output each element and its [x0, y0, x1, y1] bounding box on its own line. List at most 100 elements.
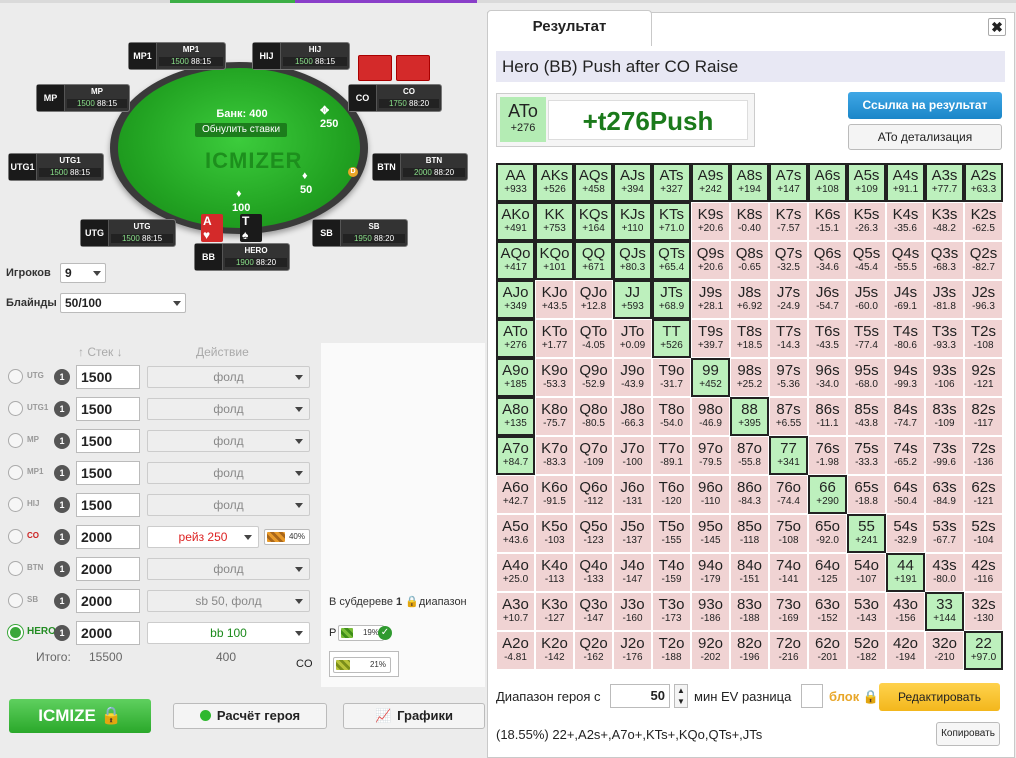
range-stepper[interactable]: ▲ ▼	[674, 684, 688, 708]
player-stack-input[interactable]: 2000	[76, 525, 140, 549]
range-cell[interactable]: K8o -75.7	[535, 397, 574, 436]
range-cell[interactable]: JJ +593	[613, 280, 652, 319]
player-count-badge[interactable]: 1	[54, 529, 70, 545]
range-cell[interactable]: KTo +1.77	[535, 319, 574, 358]
range-cell[interactable]: 93s -106	[925, 358, 964, 397]
seat-mp1[interactable]: MP1 MP1 1500 88:15	[128, 42, 226, 70]
range-cell[interactable]: 87s +6.55	[769, 397, 808, 436]
range-cell[interactable]: 84o -151	[730, 553, 769, 592]
range-cell[interactable]: A6s +108	[808, 163, 847, 202]
player-radio[interactable]	[8, 625, 23, 640]
range-cell[interactable]: J5s -60.0	[847, 280, 886, 319]
range-cell[interactable]: T2s -108	[964, 319, 1003, 358]
range-cell[interactable]: T5o -155	[652, 514, 691, 553]
range-cell[interactable]: 88 +395	[730, 397, 769, 436]
range-cell[interactable]: 96o -110	[691, 475, 730, 514]
player-count-badge[interactable]: 1	[54, 561, 70, 577]
edit-button[interactable]: Редактировать	[879, 683, 1000, 711]
range-cell[interactable]: 43s -80.0	[925, 553, 964, 592]
range-cell[interactable]: A7o +84.7	[496, 436, 535, 475]
range-cell[interactable]: K9o -53.3	[535, 358, 574, 397]
player-stack-input[interactable]: 1500	[76, 429, 140, 453]
range-cell[interactable]: AKo +491	[496, 202, 535, 241]
player-count-badge[interactable]: 1	[54, 593, 70, 609]
range-cell[interactable]: 32o -210	[925, 631, 964, 670]
range-cell[interactable]: K9s +20.6	[691, 202, 730, 241]
range-cell[interactable]: T6o -120	[652, 475, 691, 514]
range-cell[interactable]: KQs +164	[574, 202, 613, 241]
range-cell[interactable]: QJs +80.3	[613, 241, 652, 280]
range-cell[interactable]: 62s -121	[964, 475, 1003, 514]
range-cell[interactable]: J7s -24.9	[769, 280, 808, 319]
range-cell[interactable]: TT +526	[652, 319, 691, 358]
range-cell[interactable]: 85o -118	[730, 514, 769, 553]
range-cell[interactable]: J6o -131	[613, 475, 652, 514]
range-cell[interactable]: J9o -43.9	[613, 358, 652, 397]
subtree-co-bar[interactable]: 21%	[333, 657, 391, 673]
range-cell[interactable]: 98o -46.9	[691, 397, 730, 436]
seat-mp[interactable]: MP MP 1500 88:15	[36, 84, 130, 112]
range-cell[interactable]: K5s -26.3	[847, 202, 886, 241]
range-cell[interactable]: 98s +25.2	[730, 358, 769, 397]
range-cell[interactable]: 53o -143	[847, 592, 886, 631]
player-stack-input[interactable]: 2000	[76, 557, 140, 581]
range-cell[interactable]: 54s -32.9	[886, 514, 925, 553]
range-cell[interactable]: 86o -84.3	[730, 475, 769, 514]
hero-calc-button[interactable]: Расчёт героя	[173, 703, 327, 729]
range-cell[interactable]: Q7o -109	[574, 436, 613, 475]
range-cell[interactable]: J2s -96.3	[964, 280, 1003, 319]
range-cell[interactable]: A5o +43.6	[496, 514, 535, 553]
range-cell[interactable]: 74o -141	[769, 553, 808, 592]
range-cell[interactable]: Q5o -123	[574, 514, 613, 553]
range-cell[interactable]: 43o -156	[886, 592, 925, 631]
range-cell[interactable]: K3s -48.2	[925, 202, 964, 241]
range-cell[interactable]: AQo +417	[496, 241, 535, 280]
player-radio[interactable]	[8, 401, 23, 416]
range-cell[interactable]: KK +753	[535, 202, 574, 241]
range-cell[interactable]: 64o -125	[808, 553, 847, 592]
range-cell[interactable]: Q6o -112	[574, 475, 613, 514]
hand-detail-button[interactable]: ATo детализация	[848, 124, 1002, 150]
co-range-bar[interactable]: 40%	[264, 529, 310, 545]
player-action-select[interactable]: фолд	[147, 398, 310, 420]
range-cell[interactable]: K7s -7.57	[769, 202, 808, 241]
range-cell[interactable]: 75o -108	[769, 514, 808, 553]
result-tab[interactable]: Результат	[487, 10, 652, 46]
seat-hero[interactable]: BB HERO 1900 88:20	[194, 243, 290, 271]
player-action-select[interactable]: фолд	[147, 366, 310, 388]
seat-co[interactable]: CO CO 1750 88:20	[348, 84, 442, 112]
player-count-badge[interactable]: 1	[54, 497, 70, 513]
range-cell[interactable]: K3o -127	[535, 592, 574, 631]
player-action-select[interactable]: рейз 250	[147, 526, 259, 548]
range-cell[interactable]: QTo -4.05	[574, 319, 613, 358]
player-radio[interactable]	[8, 529, 23, 544]
range-cell[interactable]: J8s +6.92	[730, 280, 769, 319]
range-cell[interactable]: J6s -54.7	[808, 280, 847, 319]
player-count-badge[interactable]: 1	[54, 369, 70, 385]
range-cell[interactable]: 64s -50.4	[886, 475, 925, 514]
range-cell[interactable]: A4s +91.1	[886, 163, 925, 202]
range-cell[interactable]: AJs +394	[613, 163, 652, 202]
range-cell[interactable]: 76o -74.4	[769, 475, 808, 514]
range-cell[interactable]: T9s +39.7	[691, 319, 730, 358]
seat-utg[interactable]: UTG UTG 1500 88:15	[80, 219, 176, 247]
range-cell[interactable]: A9s +242	[691, 163, 730, 202]
range-cell[interactable]: 33 +144	[925, 592, 964, 631]
player-radio[interactable]	[8, 465, 23, 480]
range-cell[interactable]: 72o -216	[769, 631, 808, 670]
range-cell[interactable]: KJo +43.5	[535, 280, 574, 319]
range-cell[interactable]: 42o -194	[886, 631, 925, 670]
hero-card-1[interactable]: A ♥	[201, 214, 223, 242]
range-cell[interactable]: QJo +12.8	[574, 280, 613, 319]
player-stack-input[interactable]: 1500	[76, 397, 140, 421]
player-stack-input[interactable]: 2000	[76, 621, 140, 645]
range-cell[interactable]: JTo +0.09	[613, 319, 652, 358]
range-cell[interactable]: K5o -103	[535, 514, 574, 553]
range-cell[interactable]: Q4s -55.5	[886, 241, 925, 280]
range-cell[interactable]: 95s -68.0	[847, 358, 886, 397]
range-cell[interactable]: T7s -14.3	[769, 319, 808, 358]
reset-bets-button[interactable]: Обнулить ставки	[195, 123, 287, 137]
player-radio[interactable]	[8, 369, 23, 384]
player-radio[interactable]	[8, 561, 23, 576]
range-cell[interactable]: 76s -1.98	[808, 436, 847, 475]
